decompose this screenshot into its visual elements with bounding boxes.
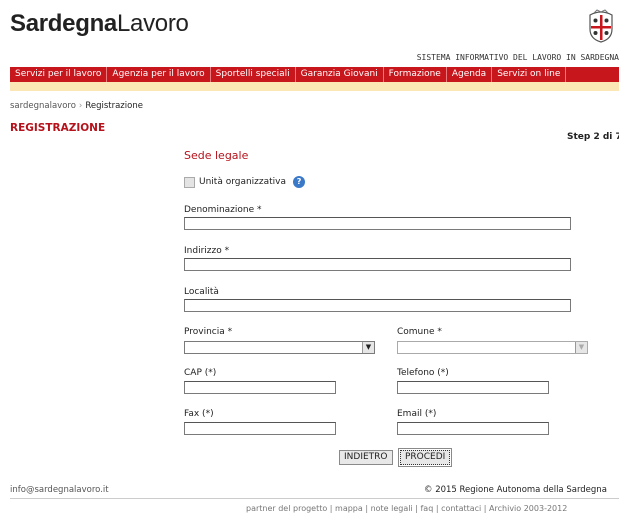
footer-email[interactable]: info@sardegnalavoro.it: [10, 485, 109, 495]
cap-label: CAP (*): [184, 368, 217, 378]
chevron-down-icon: ▼: [362, 342, 374, 353]
email-input[interactable]: [397, 422, 549, 435]
fax-label: Fax (*): [184, 409, 214, 419]
localita-input[interactable]: [184, 299, 571, 312]
telefono-label: Telefono (*): [397, 368, 449, 378]
nav-item-formazione[interactable]: Formazione: [384, 67, 447, 82]
localita-label: Località: [184, 287, 219, 297]
nav-item-garanzia-giovani[interactable]: Garanzia Giovani: [296, 67, 384, 82]
chevron-down-icon: ▼: [575, 342, 587, 353]
comune-label: Comune *: [397, 327, 442, 337]
unit-checkbox-row: Unità organizzativa ?: [184, 176, 306, 188]
nav-item-servizi-online[interactable]: Servizi on line: [492, 67, 567, 82]
email-label: Email (*): [397, 409, 437, 419]
unit-checkbox[interactable]: [184, 176, 195, 188]
nav-item-agenzia[interactable]: Agenzia per il lavoro: [107, 67, 211, 82]
sub-nav-bar: [10, 82, 619, 91]
comune-select[interactable]: ▼: [397, 341, 588, 354]
telefono-input[interactable]: [397, 381, 549, 394]
region-crest-icon: [589, 9, 613, 43]
denominazione-label: Denominazione *: [184, 205, 262, 215]
fax-input[interactable]: [184, 422, 336, 435]
section-title: Sede legale: [184, 149, 249, 162]
nav-item-sportelli[interactable]: Sportelli speciali: [211, 67, 296, 82]
logo-bold: Sardegna: [10, 10, 117, 37]
provincia-label: Provincia *: [184, 327, 233, 337]
logo-light: Lavoro: [116, 10, 189, 37]
breadcrumb-separator: ›: [78, 101, 83, 111]
breadcrumb: sardegnalavoro › Registrazione: [10, 101, 143, 111]
unit-checkbox-label: Unità organizzativa: [199, 177, 287, 187]
footer-links[interactable]: partner del progetto | mappa | note lega…: [246, 504, 567, 513]
breadcrumb-home[interactable]: sardegnalavoro: [10, 101, 76, 111]
breadcrumb-current: Registrazione: [85, 101, 143, 111]
cap-input[interactable]: [184, 381, 336, 394]
step-indicator: Step 2 di 7: [567, 132, 619, 142]
main-nav: Servizi per il lavoro Agenzia per il lav…: [10, 67, 619, 82]
nav-item-agenda[interactable]: Agenda: [447, 67, 493, 82]
provincia-select[interactable]: ▼: [184, 341, 375, 354]
indirizzo-label: Indirizzo *: [184, 246, 230, 256]
footer-copyright: © 2015 Regione Autonoma della Sardegna: [424, 485, 607, 495]
denominazione-input[interactable]: [184, 217, 571, 230]
help-icon[interactable]: ?: [293, 176, 306, 188]
site-logo[interactable]: SardegnaLavoro: [10, 10, 189, 38]
page-title: REGISTRAZIONE: [10, 122, 106, 134]
back-button[interactable]: INDIETRO: [339, 450, 393, 465]
footer-divider: [10, 498, 619, 499]
nav-item-servizi-lavoro[interactable]: Servizi per il lavoro: [10, 67, 108, 82]
indirizzo-input[interactable]: [184, 258, 571, 271]
next-button[interactable]: PROCEDI: [397, 448, 453, 467]
system-tagline: SISTEMA INFORMATIVO DEL LAVORO IN SARDEG…: [416, 53, 619, 62]
